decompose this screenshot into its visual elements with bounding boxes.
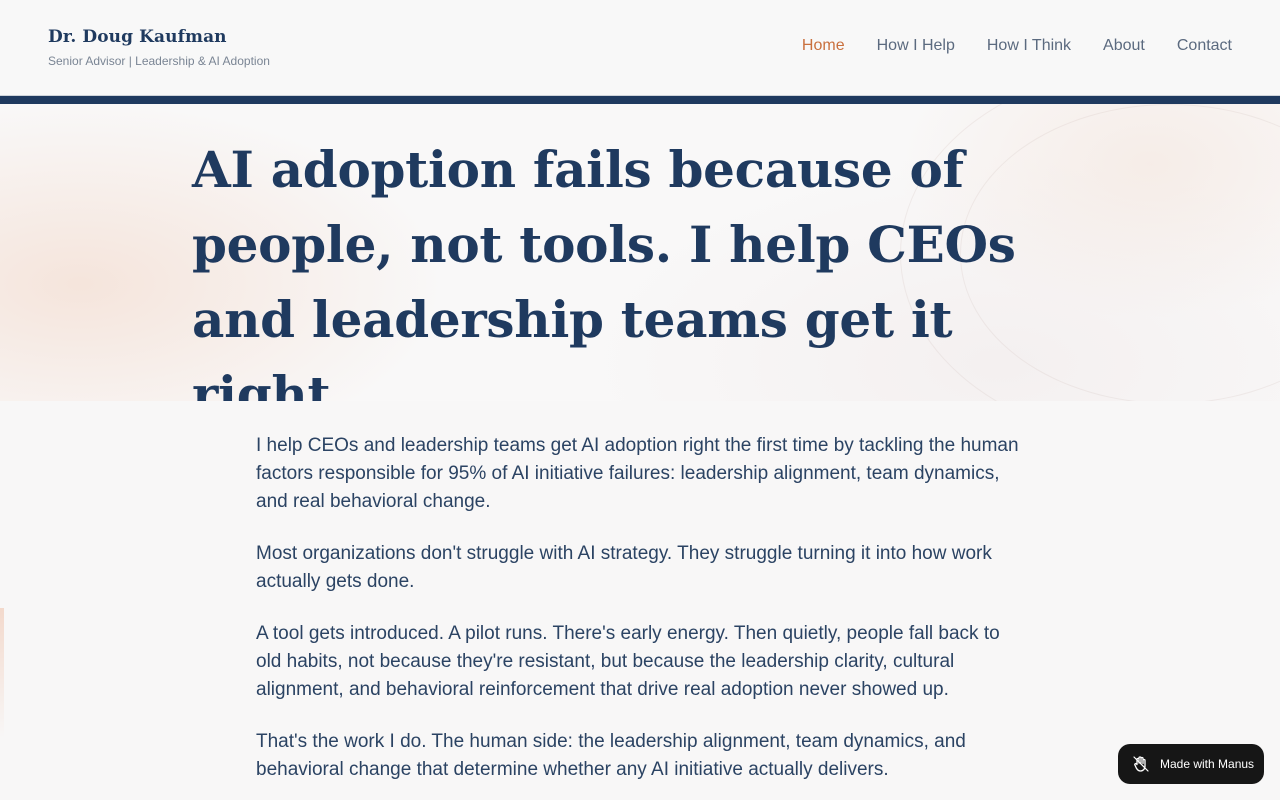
brand[interactable]: Dr. Doug Kaufman Senior Advisor | Leader… — [48, 27, 270, 68]
hero-section: AI adoption fails because of people, not… — [0, 104, 1280, 401]
site-header: Dr. Doug Kaufman Senior Advisor | Leader… — [0, 0, 1280, 96]
badge-label: Made with Manus — [1160, 757, 1255, 771]
manus-hand-icon — [1133, 756, 1149, 772]
nav-link-home[interactable]: Home — [802, 37, 845, 55]
intro-paragraph: I help CEOs and leadership teams get AI … — [256, 435, 1019, 512]
brand-name[interactable]: Dr. Doug Kaufman — [48, 27, 270, 47]
intro-paragraph: A tool gets introduced. A pilot runs. Th… — [256, 623, 1000, 700]
brand-tagline: Senior Advisor | Leadership & AI Adoptio… — [48, 54, 270, 68]
made-with-manus-badge[interactable]: Made with Manus — [1118, 744, 1264, 784]
hero-headline: AI adoption fails because of people, not… — [192, 140, 1016, 401]
nav-link-about[interactable]: About — [1103, 37, 1145, 55]
intro-content: I help CEOs and leadership teams get AI … — [256, 432, 1026, 800]
intro-paragraph: That's the work I do. The human side: th… — [256, 731, 966, 780]
nav-link-how-i-think[interactable]: How I Think — [987, 37, 1071, 55]
nav-link-contact[interactable]: Contact — [1177, 37, 1232, 55]
side-decoration — [0, 608, 4, 738]
main-nav: Home How I Help How I Think About Contac… — [802, 37, 1232, 55]
header-accent-bar — [0, 96, 1280, 104]
nav-link-how-i-help[interactable]: How I Help — [877, 37, 955, 55]
intro-paragraph: Most organizations don't struggle with A… — [256, 543, 992, 592]
